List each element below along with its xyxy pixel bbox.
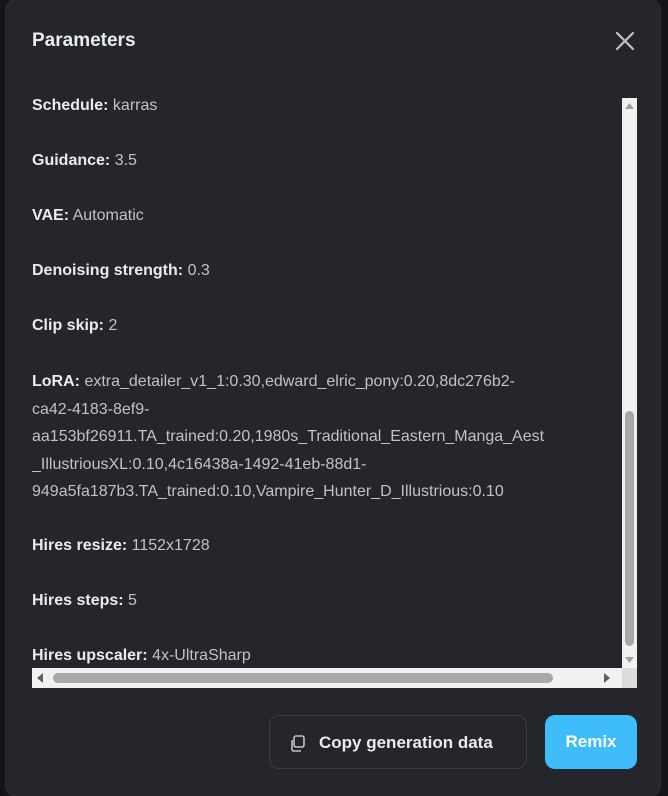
param-clip-skip: Clip skip: 2 bbox=[32, 312, 117, 340]
param-value: 4x-UltraSharp bbox=[152, 647, 251, 664]
vertical-scrollbar[interactable] bbox=[622, 98, 637, 668]
parameters-list: Schedule: karras Guidance: 3.5 VAE: Auto… bbox=[32, 98, 622, 668]
param-key: Clip skip: bbox=[32, 317, 105, 334]
param-hires-steps: Hires steps: 5 bbox=[32, 587, 137, 615]
parameters-dialog: Parameters Schedule: karras Guidance: 3.… bbox=[6, 0, 660, 796]
dialog-title: Parameters bbox=[32, 30, 136, 51]
param-denoising-strength: Denoising strength: 0.3 bbox=[32, 257, 210, 285]
param-key: Hires steps: bbox=[32, 592, 124, 609]
param-value: 5 bbox=[128, 592, 137, 609]
scroll-right-arrow[interactable] bbox=[598, 668, 615, 688]
param-vae: VAE: Automatic bbox=[32, 202, 144, 230]
param-key: Hires resize: bbox=[32, 537, 128, 554]
lora-line: _IllustriousXL:0.10,4c16438a-1492-41eb-8… bbox=[32, 455, 367, 473]
param-hires-upscaler: Hires upscaler: 4x-UltraSharp bbox=[32, 642, 251, 668]
lora-line: LoRA: extra_detailer_v1_1:0.30,edward_el… bbox=[32, 368, 544, 396]
horizontal-scroll-thumb[interactable] bbox=[53, 673, 553, 683]
remix-button[interactable]: Remix bbox=[545, 715, 637, 769]
param-guidance: Guidance: 3.5 bbox=[32, 147, 137, 175]
param-value: Automatic bbox=[72, 207, 144, 224]
param-value: 0.3 bbox=[187, 262, 210, 279]
copy-button-label: Copy generation data bbox=[319, 733, 493, 752]
param-value: 3.5 bbox=[114, 152, 137, 169]
caret-left-icon bbox=[37, 673, 43, 683]
close-button[interactable] bbox=[612, 28, 638, 54]
scroll-left-arrow[interactable] bbox=[32, 668, 49, 688]
caret-down-icon bbox=[625, 657, 634, 663]
param-value: 1152x1728 bbox=[131, 537, 210, 554]
copy-generation-data-button[interactable]: Copy generation data bbox=[269, 715, 527, 769]
param-hires-resize: Hires resize: 1152x1728 bbox=[32, 532, 210, 560]
param-lora: LoRA: extra_detailer_v1_1:0.30,edward_el… bbox=[32, 368, 544, 506]
scrollbar-corner bbox=[622, 668, 637, 688]
parameters-scroll-area[interactable]: Schedule: karras Guidance: 3.5 VAE: Auto… bbox=[32, 98, 637, 688]
param-key: VAE: bbox=[32, 207, 70, 224]
param-value: 2 bbox=[108, 317, 118, 334]
lora-line: 949a5fa187b3.TA_trained:0.10,Vampire_Hun… bbox=[32, 483, 504, 500]
caret-up-icon bbox=[625, 103, 634, 109]
param-key: Schedule: bbox=[32, 98, 109, 114]
param-key: LoRA: bbox=[32, 373, 80, 390]
param-key: Guidance: bbox=[32, 152, 111, 169]
param-key: Denoising strength: bbox=[32, 262, 184, 279]
horizontal-scrollbar[interactable] bbox=[32, 668, 637, 688]
scroll-down-arrow[interactable] bbox=[622, 651, 637, 668]
scroll-up-arrow[interactable] bbox=[622, 98, 637, 115]
remix-button-label: Remix bbox=[565, 732, 617, 751]
close-icon bbox=[615, 31, 635, 51]
param-value: karras bbox=[112, 98, 158, 114]
vertical-scroll-thumb[interactable] bbox=[625, 411, 634, 646]
lora-line: ca42-4183-8ef9- bbox=[32, 400, 150, 418]
copy-icon bbox=[291, 735, 305, 752]
lora-line: aa153bf26911.TA_trained:0.20,1980s_Tradi… bbox=[32, 428, 545, 445]
param-key: Hires upscaler: bbox=[32, 647, 148, 664]
param-schedule: Schedule: karras bbox=[32, 98, 157, 120]
dialog-header: Parameters bbox=[32, 28, 640, 58]
caret-right-icon bbox=[604, 673, 610, 683]
lora-value-line: extra_detailer_v1_1:0.30,edward_elric_po… bbox=[84, 373, 515, 390]
